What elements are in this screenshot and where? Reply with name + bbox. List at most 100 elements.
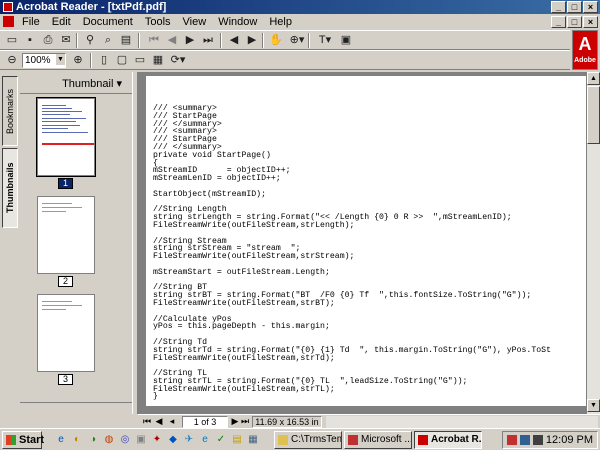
quicklaunch-app-icon[interactable]: ◆ (166, 433, 180, 447)
zoom-toolbar: ⊖ 100% ▼ ⊕ ▯ ▢ ▭ ▦ ⟳▾ (0, 50, 570, 70)
system-tray: 12:09 PM (502, 431, 598, 449)
menu-bar: File Edit Document Tools View Window Hel… (0, 14, 600, 30)
rotate-icon[interactable]: ⟳▾ (168, 53, 188, 68)
page-indicator[interactable]: 1 of 3 (182, 416, 228, 428)
page-thumbnail-3[interactable] (37, 294, 95, 372)
print-icon[interactable]: ⎙ (40, 33, 56, 48)
next-page-icon[interactable]: ▶ (230, 416, 240, 428)
page-thumbnail-2[interactable] (37, 196, 95, 274)
actual-size-icon[interactable]: ▯ (96, 53, 112, 68)
thumbnail-options-menu[interactable]: Thumbnail ▾ (62, 77, 122, 90)
close-button[interactable]: × (583, 1, 598, 13)
menu-file[interactable]: File (16, 14, 46, 30)
tray-icon[interactable] (507, 435, 517, 445)
doc-minimize-button[interactable]: _ (551, 16, 566, 28)
first-page-icon[interactable]: ⏮ (146, 33, 162, 48)
scroll-up-icon[interactable]: ▲ (587, 72, 600, 85)
task-label: Microsoft ... (361, 434, 412, 445)
snapshot-tool-icon[interactable]: ▣ (338, 33, 354, 48)
quicklaunch-ie-icon[interactable]: e (198, 433, 212, 447)
volume-icon[interactable] (533, 435, 543, 445)
zoom-dropdown-icon[interactable]: ▼ (56, 54, 65, 65)
page-size: 11.69 x 16.53 in (252, 416, 322, 428)
quicklaunch-app-icon[interactable]: ▣ (134, 433, 148, 447)
last-page-icon[interactable]: ⏭ (200, 33, 216, 48)
page-number-3[interactable]: 3 (58, 374, 73, 385)
previous-page-icon[interactable]: ◂ (166, 416, 178, 428)
vertical-scrollbar[interactable]: ▲ ▼ (586, 72, 600, 414)
quicklaunch-app-icon[interactable]: ▤ (230, 433, 244, 447)
maximize-button[interactable]: □ (567, 1, 582, 13)
quicklaunch-app-icon[interactable]: ▦ (246, 433, 260, 447)
thumbnail-scrollbar[interactable] (20, 402, 132, 414)
previous-page-icon[interactable]: ◀ (154, 416, 164, 428)
code-line: StartObject(mStreamID); (153, 189, 267, 199)
menu-help[interactable]: Help (263, 14, 298, 30)
quicklaunch-app-icon[interactable]: ✦ (150, 433, 164, 447)
last-page-icon[interactable]: ⏭ (240, 416, 250, 428)
page-thumbnail-1[interactable] (36, 97, 96, 177)
doc-close-button[interactable]: × (583, 16, 598, 28)
menu-document[interactable]: Document (77, 14, 139, 30)
zoom-out-icon[interactable]: ⊖ (4, 53, 20, 68)
fit-width-icon[interactable]: ▭ (132, 53, 148, 68)
toolbar-separator (90, 53, 92, 68)
zoom-tool-icon[interactable]: ⊕▾ (286, 33, 308, 48)
go-forward-icon[interactable]: ▶ (244, 33, 260, 48)
quicklaunch-app-icon[interactable]: ✈ (182, 433, 196, 447)
save-icon[interactable]: ▪ (22, 33, 38, 48)
tray-icon[interactable] (520, 435, 530, 445)
show-hide-navigation-icon[interactable]: ▤ (118, 33, 134, 48)
next-page-icon[interactable]: ▶ (182, 33, 198, 48)
code-line: mStreamLenID = objectID++; (153, 174, 281, 184)
status-bar: ⏮ ◀ ◂ 1 of 3 ▶ ⏭ 11.69 x 16.53 in (138, 414, 600, 428)
horizontal-scrollbar[interactable] (326, 416, 598, 428)
thumbnail-header: Thumbnail ▾ (20, 72, 132, 94)
toolbar-separator (308, 33, 310, 48)
doc-restore-button[interactable]: □ (567, 16, 582, 28)
folder-icon (278, 435, 288, 445)
page-number-2[interactable]: 2 (58, 276, 73, 287)
text-select-tool-icon[interactable]: T▾ (314, 33, 336, 48)
search-icon[interactable]: ⌕ (100, 33, 116, 48)
menu-edit[interactable]: Edit (46, 14, 77, 30)
minimize-button[interactable]: _ (551, 1, 566, 13)
toolbar-separator (220, 33, 222, 48)
start-button[interactable]: Start (2, 431, 44, 449)
task-button-trmstemp[interactable]: C:\TrmsTemp (274, 431, 342, 449)
previous-page-icon[interactable]: ◀ (164, 33, 180, 48)
find-icon[interactable]: ⚲ (82, 33, 98, 48)
scroll-thumb[interactable] (587, 86, 600, 144)
menu-window[interactable]: Window (212, 14, 263, 30)
task-button-microsoft[interactable]: Microsoft ... (344, 431, 412, 449)
acrobat-icon (418, 435, 428, 445)
go-back-icon[interactable]: ◀ (226, 33, 242, 48)
hand-tool-icon[interactable]: ✋ (268, 33, 284, 48)
scroll-down-icon[interactable]: ▼ (587, 399, 600, 412)
quicklaunch-app-icon[interactable]: ◍ (102, 433, 116, 447)
menu-view[interactable]: View (177, 14, 213, 30)
toolbar-separator (262, 33, 264, 48)
thumbnail-header-label: Thumbnail (62, 78, 114, 90)
quicklaunch-desktop-icon[interactable]: ◑ (86, 433, 100, 447)
quicklaunch-app-icon[interactable]: ✓ (214, 433, 228, 447)
reflow-icon[interactable]: ▦ (150, 53, 166, 68)
document-view: /// <summary>/// StartPage/// </summary>… (138, 72, 586, 414)
zoom-in-icon[interactable]: ⊕ (70, 53, 86, 68)
fit-page-icon[interactable]: ▢ (114, 53, 130, 68)
quicklaunch-outlook-icon[interactable]: ◐ (70, 433, 84, 447)
document-icon[interactable] (3, 16, 14, 27)
acrobat-app-icon[interactable] (3, 2, 13, 12)
quicklaunch-ie-icon[interactable]: e (54, 433, 68, 447)
page-number-1[interactable]: 1 (58, 178, 73, 189)
task-button-acrobat[interactable]: Acrobat R... (414, 431, 482, 449)
quicklaunch-app-icon[interactable]: ◎ (118, 433, 132, 447)
menu-tools[interactable]: Tools (139, 14, 177, 30)
tab-thumbnails[interactable]: Thumbnails (2, 148, 18, 228)
open-icon[interactable]: ▭ (4, 33, 20, 48)
toolbar-separator (76, 33, 78, 48)
email-icon[interactable]: ✉ (58, 33, 74, 48)
tab-bookmarks[interactable]: Bookmarks (2, 76, 18, 146)
first-page-icon[interactable]: ⏮ (142, 416, 152, 428)
